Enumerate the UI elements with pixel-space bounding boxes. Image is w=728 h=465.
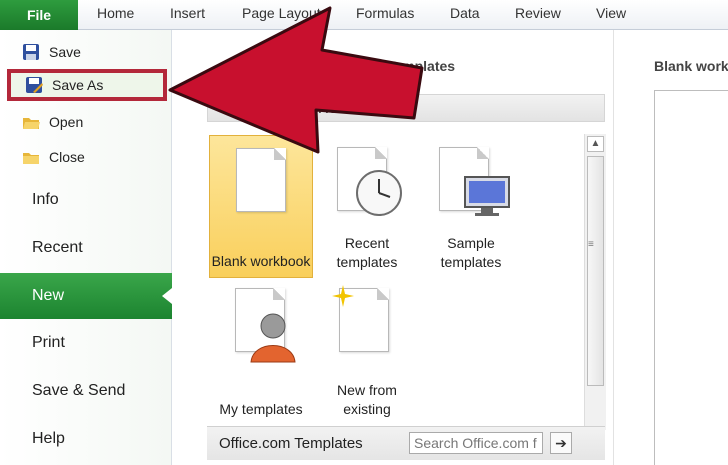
workbook-preview — [654, 90, 728, 465]
tab-insert[interactable]: Insert — [170, 5, 205, 21]
save-as-command[interactable]: Save As — [7, 69, 167, 101]
available-templates-heading: Available Templates — [322, 58, 456, 74]
preview-title: Blank workbook — [654, 58, 728, 74]
close-label: Close — [49, 149, 85, 165]
open-command[interactable]: Open — [0, 107, 150, 137]
close-folder-icon — [22, 148, 40, 166]
search-go-arrow-icon[interactable]: ➔ — [550, 432, 572, 454]
save-command[interactable]: Save — [0, 37, 150, 67]
sample-templates-label: Sample templates — [440, 235, 502, 270]
blank-workbook-tile[interactable]: Blank workbook — [209, 135, 313, 278]
scroll-thumb[interactable] — [587, 156, 604, 386]
backstage-menu: Save Save As Open Close Info Recent New … — [0, 30, 172, 465]
save-disk-icon — [22, 43, 40, 61]
new-from-existing-tile[interactable]: New from existing — [315, 282, 419, 425]
save-as-icon — [25, 76, 43, 94]
tab-data[interactable]: Data — [450, 5, 480, 21]
blank-document-icon — [236, 148, 286, 212]
office-search-input[interactable]: Search Office.com f — [409, 432, 543, 454]
nav-print[interactable]: Print — [0, 320, 172, 366]
ribbon: File Home Insert Page Layout Formulas Da… — [0, 0, 728, 30]
monitor-icon — [464, 176, 510, 216]
recent-templates-label: Recent templates — [336, 235, 398, 270]
tab-home[interactable]: Home — [97, 5, 134, 21]
tab-review[interactable]: Review — [515, 5, 561, 21]
scroll-up-icon[interactable]: ▲ — [587, 136, 604, 152]
nav-save-send[interactable]: Save & Send — [0, 368, 172, 414]
recent-templates-tile[interactable]: Recent templates — [315, 135, 419, 278]
my-templates-tile[interactable]: My templates — [209, 282, 313, 425]
template-gallery: Blank workbook Recent templates Sample t… — [207, 130, 579, 430]
blank-workbook-label: Blank workbook — [211, 253, 311, 269]
grip-icon: ≡ — [588, 239, 594, 250]
sample-templates-tile[interactable]: Sample templates — [419, 135, 523, 278]
save-label: Save — [49, 44, 81, 60]
nav-recent[interactable]: Recent — [0, 225, 172, 271]
available-templates-panel: Available Templates Home Blank workbook … — [172, 30, 613, 465]
open-label: Open — [49, 114, 84, 130]
nav-new[interactable]: New — [0, 273, 172, 319]
nav-help[interactable]: Help — [0, 416, 172, 462]
office-templates-bar: Office.com Templates Search Office.com f… — [207, 426, 605, 460]
clock-icon — [356, 170, 402, 216]
file-tab[interactable]: File — [0, 0, 78, 30]
new-from-existing-label: New from existing — [337, 382, 397, 417]
save-as-label: Save As — [52, 77, 104, 93]
person-icon — [250, 313, 296, 363]
open-folder-icon — [22, 113, 40, 131]
close-command[interactable]: Close — [0, 142, 150, 172]
nav-info[interactable]: Info — [0, 177, 172, 223]
tab-view[interactable]: View — [596, 5, 626, 21]
preview-panel: Blank workbook — [613, 30, 728, 465]
tab-formulas[interactable]: Formulas — [356, 5, 414, 21]
office-templates-label: Office.com Templates — [219, 435, 363, 452]
tab-page-layout[interactable]: Page Layout — [242, 5, 321, 21]
template-breadcrumb: Home — [207, 94, 605, 122]
gallery-scrollbar[interactable]: ▲ ≡ — [584, 134, 606, 430]
sparkle-icon — [332, 285, 354, 307]
home-breadcrumb[interactable]: Home — [318, 100, 358, 117]
my-templates-label: My templates — [219, 401, 303, 417]
